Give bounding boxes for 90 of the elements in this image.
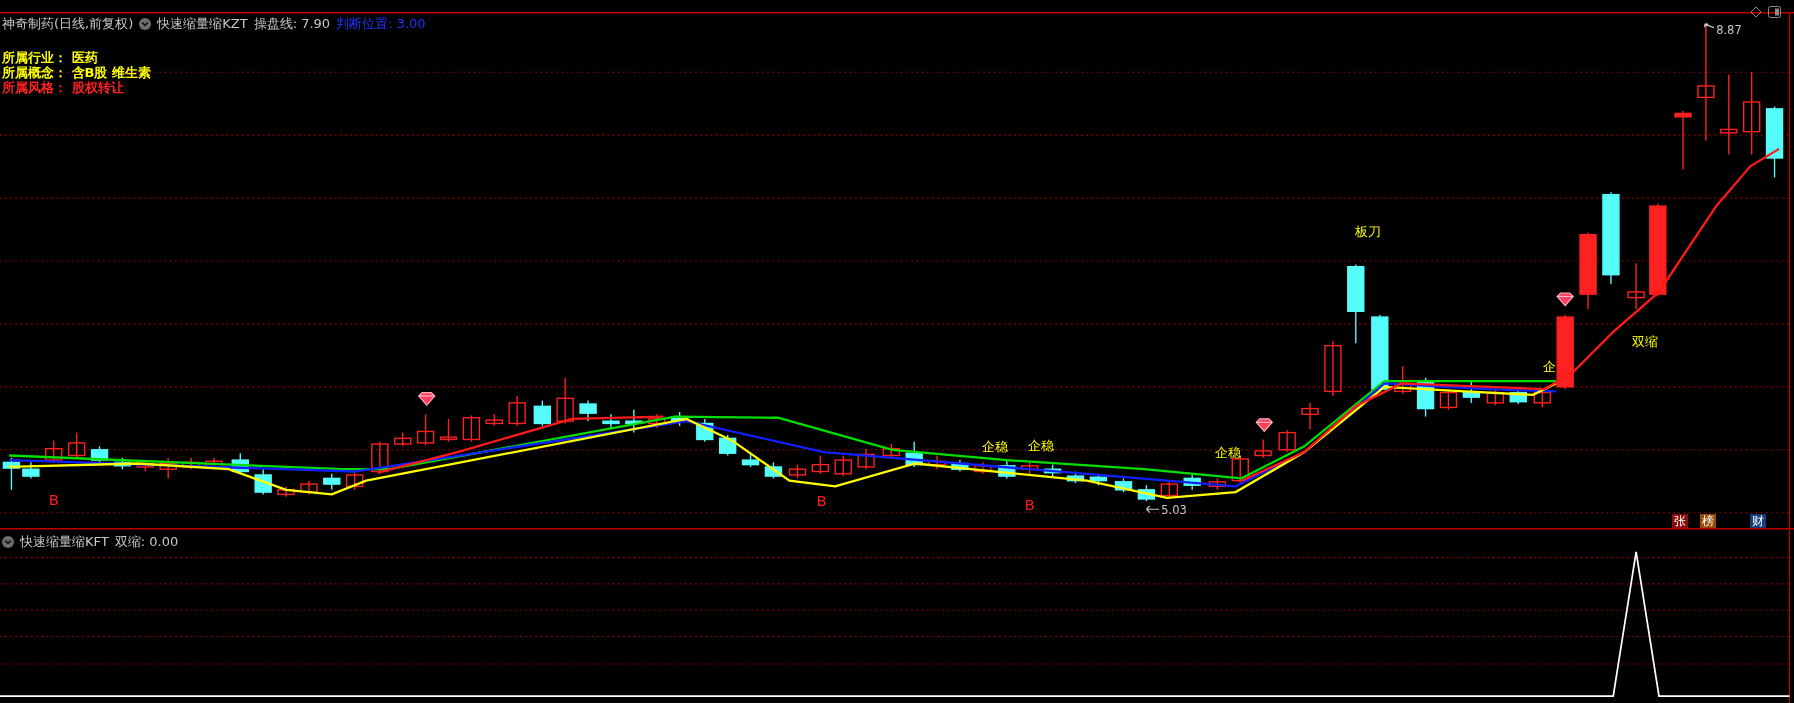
signal-note-label: 企稳 xyxy=(982,438,1009,454)
candlestick xyxy=(834,454,852,477)
candlestick xyxy=(648,413,666,429)
candlestick xyxy=(1254,438,1272,459)
candlestick xyxy=(718,434,737,457)
arrow-icon xyxy=(1704,23,1715,29)
stock-info-text: 所属概念： 含B股 维生素 xyxy=(2,65,151,80)
indicator-reading: 双缩: 0.00 xyxy=(114,533,179,551)
indicator-name: 快速缩量缩KFT xyxy=(20,533,109,551)
candlestick xyxy=(1674,110,1692,171)
indicator-reading: 操盘线: 7.90 xyxy=(253,15,331,33)
candlestick xyxy=(625,409,643,434)
candlestick xyxy=(182,457,200,470)
candlestick xyxy=(136,459,154,473)
candlestick xyxy=(928,454,946,470)
candlestick xyxy=(811,454,830,475)
candlestick xyxy=(1137,484,1156,502)
candlestick xyxy=(277,485,295,498)
candlestick xyxy=(533,399,551,427)
candlestick xyxy=(882,443,900,459)
candlestick xyxy=(1021,461,1039,475)
gem-icon xyxy=(417,392,436,407)
candlestick xyxy=(974,461,992,475)
candlestick xyxy=(741,452,760,468)
info-badge[interactable]: 榜 xyxy=(1700,514,1716,528)
candlestick xyxy=(1627,262,1645,310)
candlestick xyxy=(323,473,341,491)
candlestick xyxy=(394,431,412,448)
candlestick xyxy=(45,439,63,464)
candlestick xyxy=(485,413,503,427)
info-badge[interactable]: 张 xyxy=(1672,514,1688,528)
candlestick xyxy=(300,480,318,496)
panel-toggle-icon[interactable] xyxy=(1768,6,1781,18)
candlestick xyxy=(90,445,109,464)
indicator-name: 快速缩量缩KZT xyxy=(157,15,248,33)
candlestick xyxy=(1416,377,1435,418)
signal-note-label: 双缩 xyxy=(1632,333,1659,349)
candlestick xyxy=(1324,340,1342,397)
diamond-icon[interactable] xyxy=(1750,6,1762,18)
chevron-down-icon[interactable] xyxy=(2,535,14,548)
candlestick xyxy=(998,459,1016,480)
candlestick xyxy=(1509,388,1527,405)
candlestick xyxy=(579,399,597,422)
candlestick xyxy=(1462,379,1481,404)
price-mark-label: 5.03 xyxy=(1161,502,1187,517)
buy-signal-label: B xyxy=(1024,496,1035,515)
candlestick xyxy=(1394,365,1412,395)
candlestick xyxy=(951,459,969,473)
signal-note-label: 企 xyxy=(1542,358,1556,374)
chevron-down-icon[interactable] xyxy=(139,17,152,30)
candlestick xyxy=(696,418,714,443)
candlestick xyxy=(857,447,875,470)
price-mark-label: 8.87 xyxy=(1716,23,1742,38)
candlestick xyxy=(1114,477,1133,493)
signal-note-label: 板刀 xyxy=(1355,223,1382,239)
buy-signal-label: B xyxy=(48,490,59,509)
candlestick xyxy=(556,377,574,425)
candlestick xyxy=(113,457,132,470)
candlestick xyxy=(231,452,249,475)
info-badge[interactable]: 财 xyxy=(1750,514,1766,528)
candlestick xyxy=(1089,473,1108,486)
candlestick xyxy=(416,413,435,446)
candlestick xyxy=(254,468,272,496)
candlestick xyxy=(508,395,526,427)
candlestick xyxy=(462,414,481,443)
candlestick xyxy=(1208,477,1227,491)
chart-title: 神奇制药(日线,前复权) xyxy=(2,15,134,33)
candlestick xyxy=(159,457,177,480)
candlestick xyxy=(439,418,458,443)
candlestick xyxy=(1043,463,1062,477)
signal-note-label: 企稳 xyxy=(1214,444,1241,460)
candlestick xyxy=(1486,388,1505,406)
candlestick xyxy=(602,413,620,429)
candlestick xyxy=(346,470,364,491)
indicator-reading: 判断位置: 3.00 xyxy=(336,15,426,33)
candlestick xyxy=(788,463,807,480)
stock-info-text: 所属风格： 股权转让 xyxy=(2,80,125,95)
candlestick xyxy=(764,461,783,480)
candlestick xyxy=(67,431,86,459)
arrow-icon xyxy=(1145,505,1160,514)
candlestick xyxy=(371,441,389,475)
gem-icon xyxy=(1255,418,1274,433)
candlestick xyxy=(1278,429,1296,453)
buy-signal-label: B xyxy=(816,491,827,510)
candlestick xyxy=(1301,402,1319,430)
candlestick xyxy=(1183,474,1201,491)
stock-info-text: 所属行业： 医药 xyxy=(2,50,99,65)
signal-note-label: 企稳 xyxy=(1028,437,1055,453)
gem-icon xyxy=(1556,292,1574,307)
candlestick xyxy=(905,441,923,468)
